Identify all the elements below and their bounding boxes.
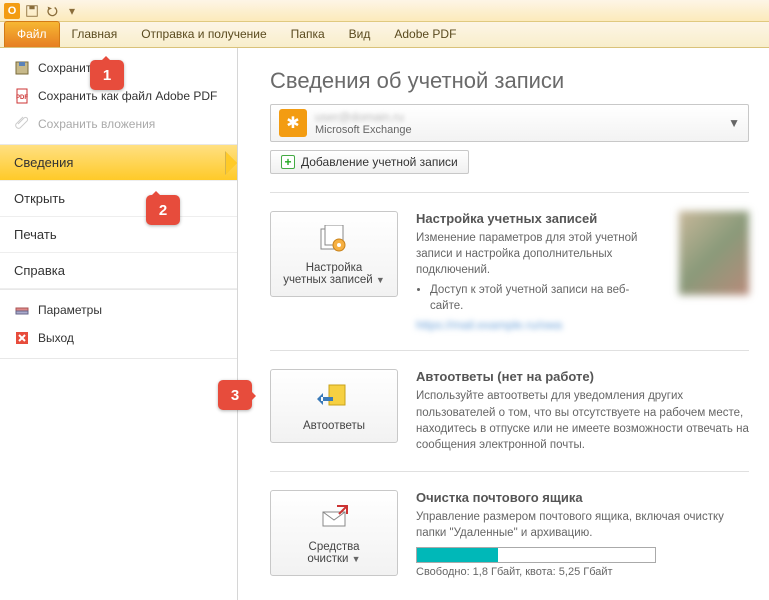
quota-text: Свободно: 1,8 Гбайт, квота: 5,25 Гбайт (416, 566, 749, 578)
plus-icon: + (281, 155, 295, 169)
block2-text: Используйте автоответы для уведомления д… (416, 388, 749, 452)
user-avatar (679, 211, 749, 295)
tile-account-settings[interactable]: Настройкаучетных записей ▼ (270, 211, 398, 297)
qat-undo-icon[interactable] (44, 3, 60, 19)
side-save-attachments: Сохранить вложения (0, 110, 237, 138)
block3-text: Управление размером почтового ящика, вкл… (416, 509, 749, 541)
nav-open[interactable]: Открыть (0, 181, 237, 217)
side-exit-label: Выход (38, 331, 74, 345)
dropdown-icon: ▼ (376, 275, 385, 285)
tab-home[interactable]: Главная (60, 22, 130, 47)
page-title: Сведения об учетной записи (270, 68, 749, 94)
callout-1: 1 (90, 60, 124, 90)
qat-save-icon[interactable] (24, 3, 40, 19)
separator (270, 192, 749, 193)
exit-icon (14, 330, 30, 346)
app-icon: O (4, 3, 20, 19)
separator (270, 350, 749, 351)
side-options[interactable]: Параметры (0, 296, 237, 324)
content-pane: Сведения об учетной записи ✱ user@domain… (238, 48, 769, 600)
backstage-sidebar: Сохранить PDF Сохранить как файл Adobe P… (0, 48, 238, 600)
cleanup-icon (277, 501, 391, 537)
account-type: Microsoft Exchange (315, 124, 720, 136)
ribbon-tabs: Файл Главная Отправка и получение Папка … (0, 22, 769, 48)
nav-info[interactable]: Сведения (0, 145, 237, 181)
dropdown-icon: ▼ (352, 554, 361, 564)
save-icon (14, 60, 30, 76)
side-save-attach-label: Сохранить вложения (38, 117, 155, 131)
title-bar: O ▾ (0, 0, 769, 22)
callout-3: 3 (218, 380, 252, 410)
nav-help[interactable]: Справка (0, 253, 237, 289)
add-account-label: Добавление учетной записи (301, 155, 458, 169)
block1-bullet: Доступ к этой учетной записи на веб-сайт… (430, 282, 661, 314)
side-options-label: Параметры (38, 303, 102, 317)
pdf-icon: PDF (14, 88, 30, 104)
tile-cleanup[interactable]: Средстваочистки ▼ (270, 490, 398, 576)
callout-2: 2 (146, 195, 180, 225)
chevron-down-icon: ▼ (728, 116, 740, 130)
tab-file[interactable]: Файл (4, 21, 60, 47)
account-settings-icon (277, 222, 391, 258)
tab-view[interactable]: Вид (337, 22, 383, 47)
add-account-button[interactable]: + Добавление учетной записи (270, 150, 469, 174)
options-icon (14, 302, 30, 318)
exchange-icon: ✱ (279, 109, 307, 137)
side-save-label: Сохранить (38, 61, 98, 75)
block-cleanup: Средстваочистки ▼ Очистка почтового ящик… (270, 490, 749, 578)
tile-autoreply[interactable]: Автоответы (270, 369, 398, 443)
block1-text: Изменение параметров для этой учетной за… (416, 230, 661, 278)
qat-dropdown-icon[interactable]: ▾ (64, 3, 80, 19)
tab-adobepdf[interactable]: Adobe PDF (382, 22, 468, 47)
block-account-settings: Настройкаучетных записей ▼ Настройка уче… (270, 211, 749, 332)
attachment-icon (14, 116, 30, 132)
account-selector[interactable]: ✱ user@domain.ru Microsoft Exchange ▼ (270, 104, 749, 142)
quota-fill (417, 548, 498, 562)
block2-heading: Автоответы (нет на работе) (416, 369, 749, 384)
nav-print[interactable]: Печать (0, 217, 237, 253)
autoreply-icon (277, 380, 391, 416)
block1-heading: Настройка учетных записей (416, 211, 661, 226)
quota-bar (416, 547, 656, 563)
account-email: user@domain.ru (315, 110, 720, 124)
tab-folder[interactable]: Папка (279, 22, 337, 47)
block3-heading: Очистка почтового ящика (416, 490, 749, 505)
block1-link[interactable]: https://mail.example.ru/owa (416, 318, 661, 332)
side-exit[interactable]: Выход (0, 324, 237, 352)
svg-text:PDF: PDF (16, 95, 28, 101)
tab-sendreceive[interactable]: Отправка и получение (129, 22, 278, 47)
block-autoreply: Автоответы Автоответы (нет на работе) Ис… (270, 369, 749, 452)
separator (270, 471, 749, 472)
side-save-pdf-label: Сохранить как файл Adobe PDF (38, 89, 217, 103)
